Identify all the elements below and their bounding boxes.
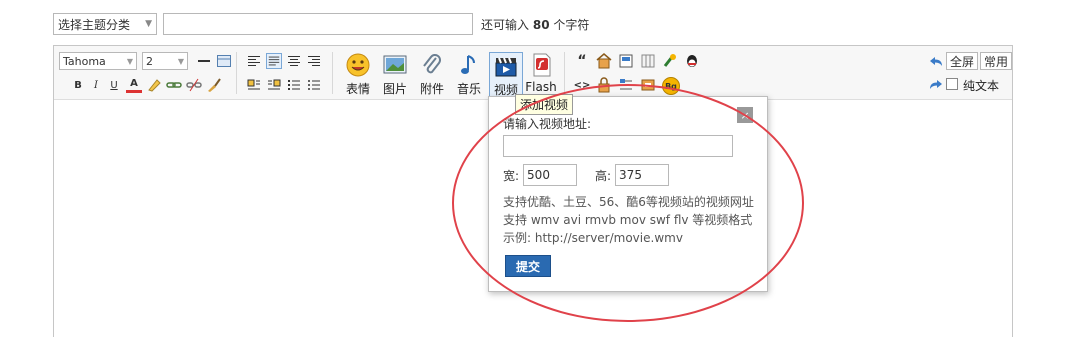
- submit-button[interactable]: 提交: [505, 255, 552, 277]
- attachment-label: 附件: [419, 82, 444, 96]
- font-size-value: 2: [146, 54, 153, 68]
- redo-icon[interactable]: [928, 77, 944, 93]
- align-right-icon[interactable]: [306, 53, 322, 69]
- width-input[interactable]: 500: [523, 164, 578, 186]
- example-note: 示例: http://server/movie.wmv: [503, 231, 683, 245]
- align-left-icon[interactable]: [246, 53, 262, 69]
- house-icon[interactable]: [596, 53, 612, 69]
- bold-button[interactable]: B: [70, 77, 86, 93]
- align-center-icon[interactable]: [286, 53, 302, 69]
- font-family-value: Tahoma: [63, 54, 106, 68]
- lock-icon[interactable]: [596, 77, 612, 93]
- height-field: 高: 375: [595, 164, 670, 186]
- flash-icon: [528, 52, 554, 78]
- code-block-icon[interactable]: [618, 53, 634, 69]
- clapperboard-icon: [493, 53, 519, 79]
- emoticon-label: 表情: [345, 82, 370, 96]
- remain-count: 80: [532, 17, 550, 32]
- emoticon-button[interactable]: 表情: [343, 52, 373, 97]
- puzzle-icon[interactable]: [662, 53, 678, 69]
- toolbar-divider: [332, 52, 333, 94]
- quote-button[interactable]: “: [574, 53, 590, 69]
- video-url-input[interactable]: [503, 135, 733, 157]
- music-note-icon: [456, 52, 482, 78]
- float-right-icon[interactable]: [266, 77, 282, 93]
- title-input[interactable]: [163, 13, 473, 35]
- ordered-list-icon[interactable]: [286, 77, 302, 93]
- float-left-icon[interactable]: [246, 77, 262, 93]
- height-input[interactable]: 375: [615, 164, 670, 186]
- background-color-button[interactable]: Bg: [662, 77, 680, 95]
- category-select-value: 选择主题分类: [58, 17, 131, 32]
- char-remaining: 还可输入 80 个字符: [481, 16, 589, 33]
- plain-text-checkbox[interactable]: [946, 78, 958, 90]
- image-button[interactable]: 图片: [380, 52, 410, 97]
- chevron-down-icon: ▼: [177, 56, 184, 66]
- support-formats-note: 支持 wmv avi rmvb mov swf flv 等视频格式: [503, 213, 753, 227]
- chevron-down-icon: ▼: [145, 19, 152, 29]
- table-icon[interactable]: [216, 53, 232, 69]
- editor-toolbar: Tahoma ▼ 2 ▼ B I U A 表情 图片 附件 音乐 视频 Flas…: [54, 46, 1012, 100]
- music-label: 音乐: [456, 82, 481, 96]
- italic-button[interactable]: I: [88, 77, 104, 93]
- category-select[interactable]: 选择主题分类 ▼: [53, 13, 157, 35]
- topbar: 选择主题分类 ▼ 还可输入 80 个字符: [53, 12, 589, 36]
- frame-icon[interactable]: [640, 77, 656, 93]
- flash-label: Flash: [525, 80, 557, 94]
- add-video-dialog: × 请输入视频地址: 宽: 500 高: 375 支持优酷、土豆、56、酷6等视…: [488, 96, 768, 292]
- fullscreen-button[interactable]: 全屏: [946, 52, 979, 70]
- support-sites-note: 支持优酷、土豆、56、酷6等视频站的视频网址: [503, 195, 754, 209]
- horizontal-rule-icon[interactable]: [196, 53, 212, 69]
- close-icon[interactable]: ×: [737, 107, 753, 123]
- toolbar-divider: [236, 52, 237, 94]
- attachment-button[interactable]: 附件: [417, 52, 447, 97]
- qq-icon[interactable]: [684, 53, 700, 69]
- smiley-icon: [345, 52, 371, 78]
- highlight-icon[interactable]: [146, 77, 162, 93]
- image-icon: [382, 52, 408, 78]
- font-family-select[interactable]: Tahoma ▼: [59, 52, 137, 70]
- font-size-select[interactable]: 2 ▼: [142, 52, 188, 70]
- video-button[interactable]: 视频: [489, 52, 523, 98]
- toolbar-divider: [564, 52, 565, 94]
- chevron-down-icon: ▼: [126, 56, 133, 66]
- remain-suffix: 个字符: [553, 17, 590, 32]
- align-justify-icon[interactable]: [266, 53, 282, 69]
- underline-button[interactable]: U: [106, 77, 122, 93]
- remain-prefix: 还可输入: [481, 17, 530, 32]
- paperclip-icon: [419, 52, 445, 78]
- flash-button[interactable]: Flash: [525, 52, 557, 94]
- height-label: 高:: [595, 168, 612, 183]
- common-button[interactable]: 常用: [980, 52, 1012, 70]
- undo-icon[interactable]: [928, 54, 944, 70]
- dialog-heading: 请输入视频地址:: [503, 117, 592, 131]
- music-button[interactable]: 音乐: [454, 52, 484, 97]
- plain-text-label: 纯文本: [963, 79, 1000, 93]
- width-field: 宽: 500: [503, 164, 578, 186]
- clear-format-icon[interactable]: [206, 77, 222, 93]
- link-icon[interactable]: [166, 77, 182, 93]
- table-lines-icon[interactable]: [618, 77, 634, 93]
- code-button[interactable]: <>: [574, 77, 591, 93]
- image-label: 图片: [382, 82, 407, 96]
- width-label: 宽:: [503, 168, 520, 183]
- font-color-button[interactable]: A: [126, 77, 142, 93]
- unlink-icon[interactable]: [186, 77, 202, 93]
- page-break-icon[interactable]: [640, 53, 656, 69]
- unordered-list-icon[interactable]: [306, 77, 322, 93]
- video-tooltip: 添加视频: [515, 94, 574, 115]
